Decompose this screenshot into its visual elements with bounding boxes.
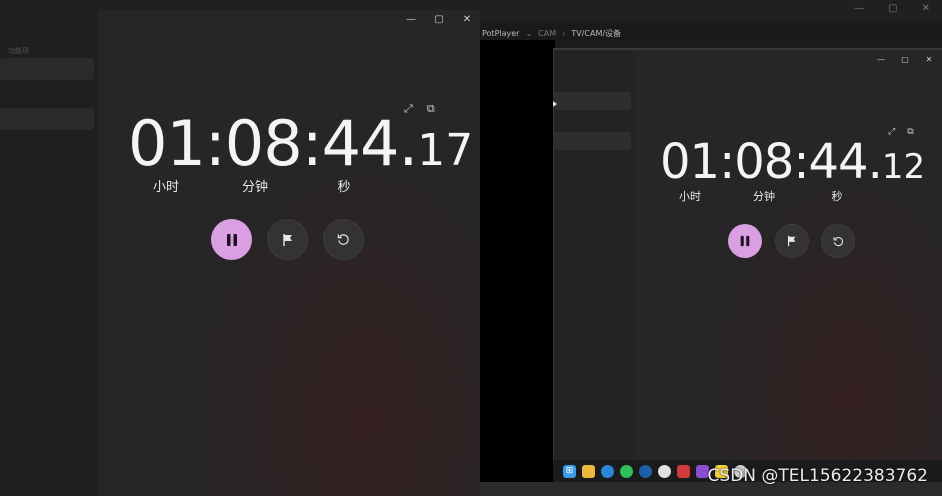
time-fraction: 17 — [417, 125, 474, 176]
pause-button[interactable] — [728, 224, 762, 258]
time-minutes: 08 — [734, 134, 794, 190]
breadcrumb-separator: › — [562, 28, 566, 38]
time-dot: . — [398, 107, 419, 180]
flag-icon — [282, 233, 292, 246]
time-separator: : — [793, 134, 809, 190]
time-separator: : — [301, 107, 323, 180]
background-window-controls: — ▢ ✕ — [854, 3, 930, 14]
pause-icon — [226, 233, 237, 246]
music-icon[interactable] — [658, 464, 671, 478]
elapsed-time: 01:08:44.12 — [660, 134, 925, 195]
reset-icon — [337, 234, 349, 245]
time-dot: . — [867, 134, 883, 190]
maximize-button[interactable]: ▢ — [888, 3, 897, 14]
maximize-button[interactable]: ▢ — [900, 54, 910, 66]
reset-icon — [833, 236, 843, 246]
lap-button[interactable] — [775, 224, 809, 258]
time-hours: 01 — [128, 107, 206, 180]
secondary-window-sidebar — [553, 50, 634, 460]
reset-button[interactable] — [821, 224, 855, 258]
flag-icon — [787, 235, 796, 247]
file-explorer-icon[interactable] — [582, 464, 595, 478]
lap-button[interactable] — [267, 219, 308, 260]
sidebar-item[interactable] — [553, 92, 631, 110]
time-separator: : — [204, 107, 226, 180]
stopwatch-window-secondary: — ▢ ✕ ⤢ ⧉ 01:08:44.12 小时 分钟 秒 — [634, 50, 942, 460]
breadcrumb-device[interactable]: TV/CAM/设备 — [571, 28, 621, 39]
mouse-cursor-icon — [553, 101, 557, 107]
minimize-button[interactable]: — — [406, 14, 416, 26]
time-seconds: 44 — [808, 134, 869, 190]
sidebar-item[interactable] — [553, 132, 631, 150]
sidebar-item[interactable] — [0, 108, 94, 130]
unit-minutes: 分钟 — [241, 180, 268, 195]
potplayer-app-label[interactable]: PotPlayer — [482, 29, 519, 38]
unit-hours: 小时 — [152, 180, 179, 195]
reset-button[interactable] — [323, 219, 364, 260]
minimize-button[interactable]: — — [854, 3, 864, 14]
time-separator: : — [719, 134, 735, 190]
time-hours: 01 — [660, 134, 720, 190]
sidebar-item[interactable] — [0, 58, 94, 80]
unit-minutes: 分钟 — [753, 190, 775, 203]
breadcrumb-cam[interactable]: CAM — [538, 29, 556, 38]
close-button[interactable]: ✕ — [922, 3, 930, 14]
video-area — [480, 40, 555, 496]
close-button[interactable]: ✕ — [924, 54, 934, 66]
chevron-down-icon[interactable]: ⌄ — [525, 29, 532, 38]
time-seconds: 44 — [321, 107, 400, 180]
watermark: CSDN @TEL15622383762 — [707, 466, 928, 486]
time-fraction: 12 — [881, 147, 926, 187]
windows-start-icon[interactable]: ⊞ — [563, 464, 576, 478]
pause-icon — [740, 235, 750, 247]
unit-seconds: 秒 — [337, 180, 351, 195]
time-minutes: 08 — [224, 107, 303, 180]
stopwatch-window-main: — ▢ ✕ ⤢ ⧉ 01:08:44.17 小时 分钟 秒 — [98, 10, 480, 496]
sidebar-label: 功能项 — [8, 47, 29, 55]
wechat-icon[interactable] — [620, 464, 633, 478]
pause-button[interactable] — [211, 219, 252, 260]
window-controls: — ▢ ✕ — [406, 14, 472, 26]
close-button[interactable]: ✕ — [462, 14, 472, 26]
app-icon[interactable] — [639, 464, 652, 478]
unit-seconds: 秒 — [831, 190, 843, 203]
edge-icon[interactable] — [601, 464, 614, 478]
window-controls: — ▢ ✕ — [876, 54, 934, 66]
unit-hours: 小时 — [679, 190, 701, 203]
minimize-button[interactable]: — — [876, 54, 886, 66]
maximize-button[interactable]: ▢ — [434, 14, 444, 26]
background-sidebar — [0, 20, 98, 496]
app-red-icon[interactable] — [677, 464, 690, 478]
